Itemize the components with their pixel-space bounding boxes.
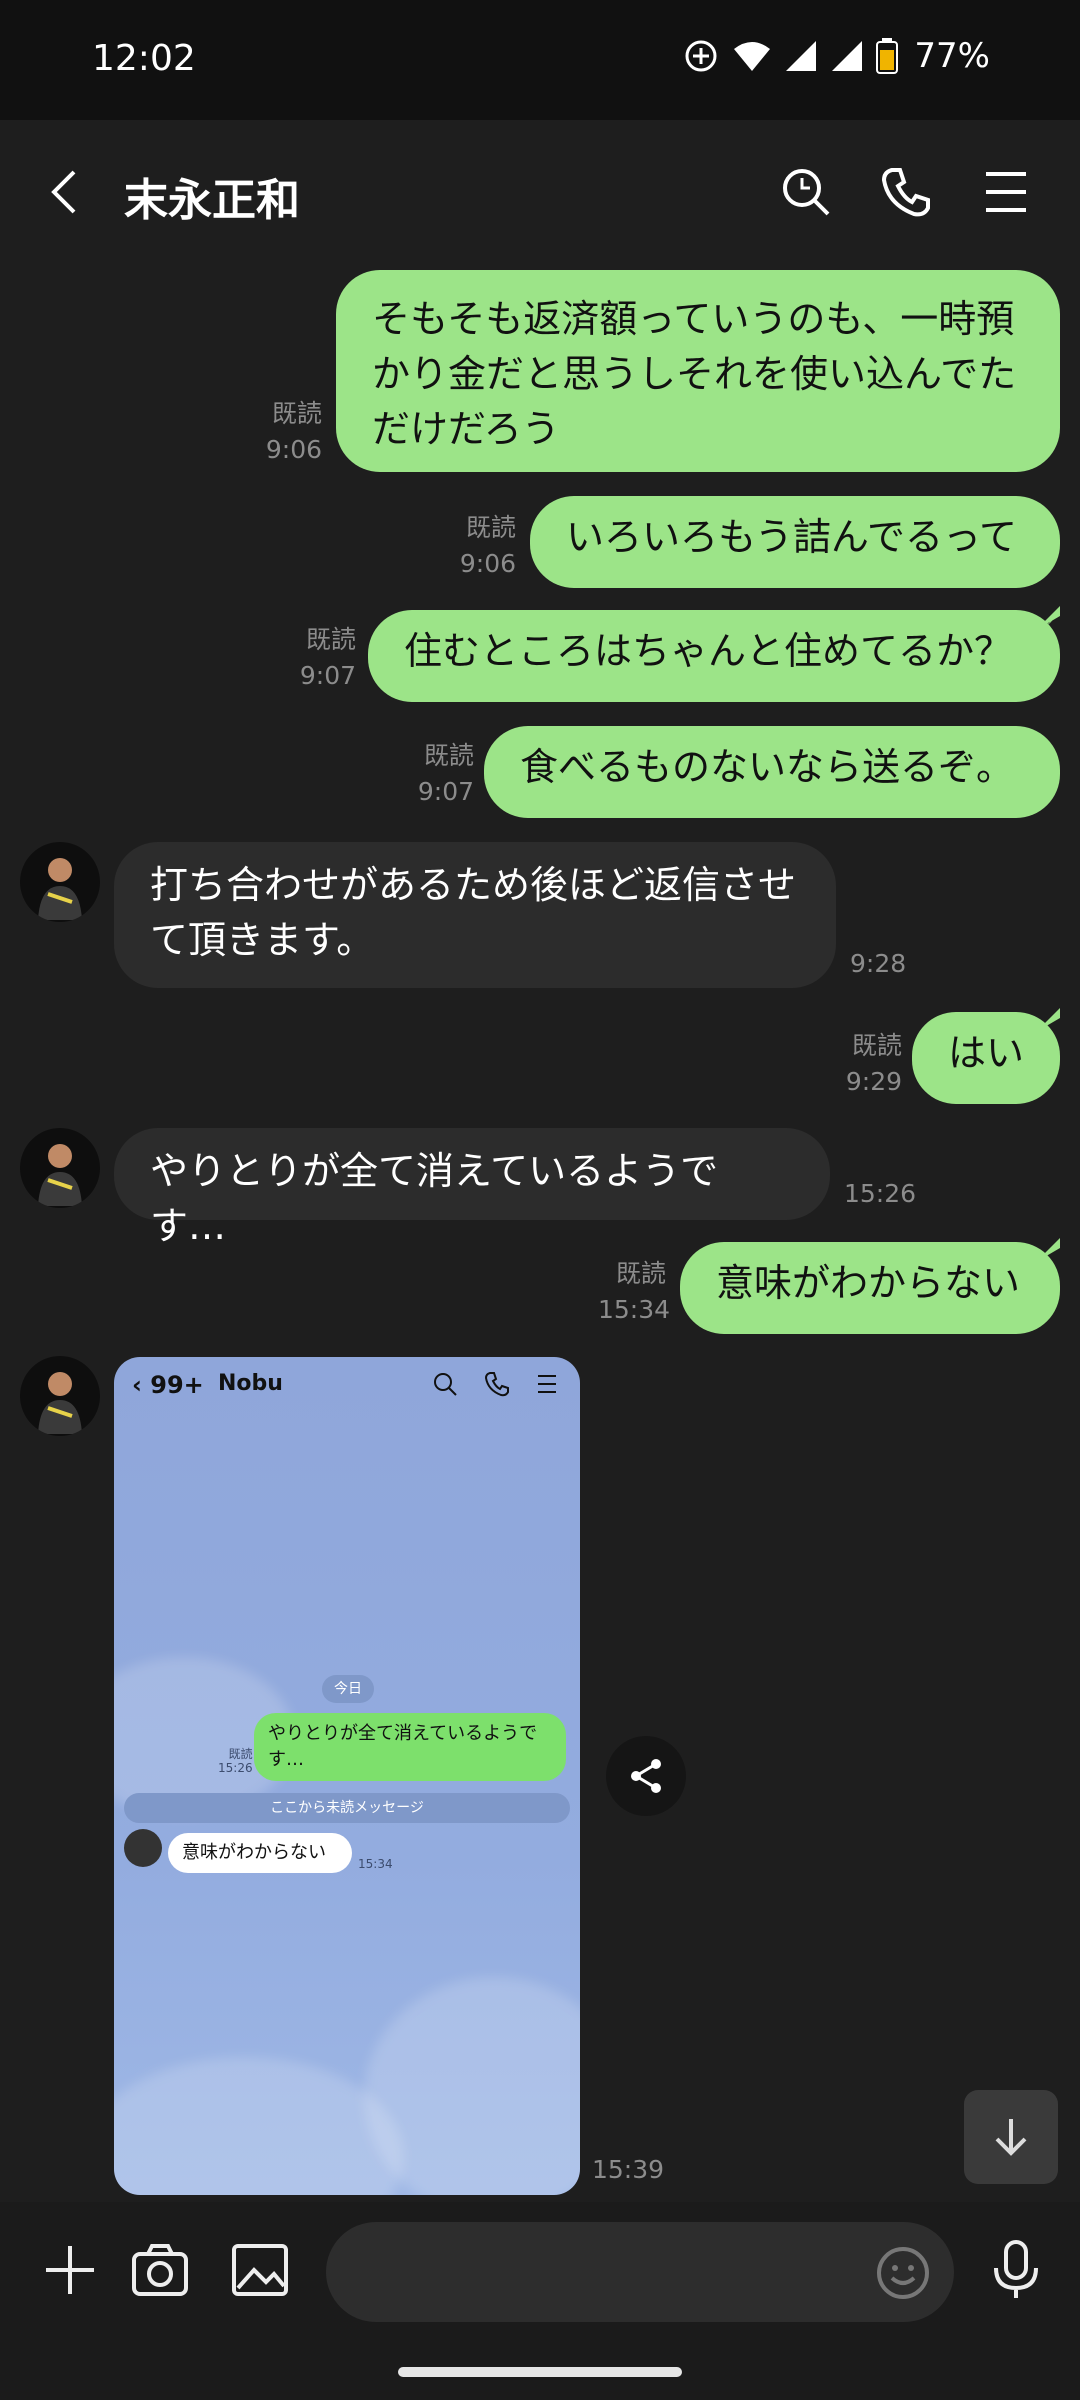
avatar[interactable] <box>20 1128 100 1208</box>
read-receipt: 既読 <box>615 1259 666 1288</box>
gallery-icon[interactable] <box>228 2238 292 2302</box>
screenshot-time: 15:34 <box>358 1857 393 1871</box>
message-text: いろいろもう詰んでるって <box>566 515 1018 559</box>
screenshot-header: ‹ 99+ Nobu <box>114 1357 580 1413</box>
message-time: 9:28 <box>850 949 907 978</box>
message-time: 15:39 <box>592 2155 665 2184</box>
search-icon <box>434 1373 457 1396</box>
read-receipt: 既読 <box>305 625 356 654</box>
screenshot-date-label: 今日 <box>322 1675 374 1703</box>
message-text: 住むところはちゃんと住めてるか？ <box>404 629 1013 673</box>
plus-icon[interactable] <box>38 2238 102 2302</box>
message-text: 打ち合わせがあるため後ほど返信させて頂きます。 <box>150 863 797 962</box>
signal-icon <box>786 41 817 71</box>
message-time: 9:06 <box>265 435 322 464</box>
message-text: そもそも返済額っていうのも、一時預かり金だと思うしそれを使い込んでただけだろう <box>372 297 1017 451</box>
home-indicator[interactable] <box>398 2367 682 2377</box>
read-receipt: 既読 <box>851 1031 902 1060</box>
read-receipt: 既読 <box>228 1747 253 1761</box>
cloud <box>114 2057 404 2195</box>
message-text: 食べるものないなら送るぞ。 <box>520 745 1015 789</box>
status-icons: 77% <box>682 36 990 76</box>
emoji-icon[interactable] <box>874 2244 932 2302</box>
menu-icon <box>538 1375 556 1393</box>
camera-icon[interactable] <box>128 2238 192 2302</box>
message-time: 15:26 <box>844 1179 917 1208</box>
avatar[interactable] <box>20 842 100 922</box>
battery-icon <box>876 38 899 74</box>
microphone-icon[interactable] <box>984 2238 1048 2302</box>
menu-icon[interactable] <box>978 164 1034 220</box>
person-icon <box>38 1372 82 1434</box>
read-receipt: 既読 <box>465 513 516 542</box>
phone-icon[interactable] <box>878 164 934 220</box>
bubble-tail <box>1036 1238 1060 1262</box>
message-meta: 既読 9:07 <box>286 622 356 694</box>
search-icon[interactable] <box>778 164 834 220</box>
message-time: 9:29 <box>845 1067 902 1096</box>
message-bubble-outgoing[interactable]: 食べるものないなら送るぞ。 <box>484 726 1060 818</box>
screenshot-name: Nobu <box>218 1371 283 1396</box>
screenshot-unread-divider: ここから未読メッセージ <box>124 1793 570 1823</box>
screenshot-back: ‹ 99+ <box>132 1371 204 1399</box>
arrow-down-icon <box>995 2119 1027 2156</box>
status-bar: 12:02 77% <box>0 0 1080 120</box>
screenshot-bubble-outgoing: やりとりが全て消えているようです… <box>254 1713 566 1781</box>
status-time: 12:02 <box>92 38 196 79</box>
message-meta: 既読 9:29 <box>840 1028 902 1100</box>
message-text: 意味がわからない <box>716 1261 1021 1305</box>
back-icon[interactable] <box>40 164 96 220</box>
message-meta: 既読 9:07 <box>408 738 474 810</box>
chat-header: 末永正和 <box>0 120 1080 260</box>
bubble-tail <box>1036 1008 1060 1032</box>
message-text: やりとりが全て消えているようです… <box>150 1149 719 1248</box>
scroll-to-bottom-button[interactable] <box>964 2090 1058 2184</box>
message-bubble-outgoing[interactable]: 住むところはちゃんと住めてるか？ <box>368 610 1060 702</box>
message-bubble-incoming[interactable]: 打ち合わせがあるため後ほど返信させて頂きます。 <box>114 842 836 988</box>
message-time: 15:34 <box>598 1295 671 1324</box>
message-bubble-outgoing[interactable]: 意味がわからない <box>680 1242 1060 1334</box>
phone-icon <box>484 1372 509 1397</box>
message-time: 9:06 <box>459 549 516 578</box>
message-bubble-outgoing[interactable]: いろいろもう詰んでるって <box>530 496 1060 588</box>
message-input[interactable] <box>356 2242 860 2304</box>
screenshot-back-count: 99+ <box>150 1371 204 1399</box>
message-bubble-outgoing[interactable]: そもそも返済額っていうのも、一時預かり金だと思うしそれを使い込んでただけだろう <box>336 270 1060 472</box>
image-message[interactable]: ‹ 99+ Nobu 今日 既読 15:26 やりとりが全て消えているようです…… <box>114 1357 580 2195</box>
person-icon <box>38 858 82 920</box>
chevron-left-icon: ‹ <box>132 1371 142 1399</box>
avatar[interactable] <box>20 1356 100 1436</box>
person-icon <box>38 1144 82 1206</box>
screenshot-meta: 既読 15:26 <box>218 1747 253 1775</box>
message-meta: 既読 15:34 <box>598 1256 671 1328</box>
message-meta: 既読 9:06 <box>250 396 322 468</box>
signal-icon-2 <box>832 41 863 71</box>
read-receipt: 既読 <box>423 741 474 770</box>
message-bubble-incoming[interactable]: やりとりが全て消えているようです… <box>114 1128 830 1248</box>
message-time: 15:26 <box>218 1761 253 1775</box>
battery-percent: 77% <box>914 36 990 76</box>
data-saver-icon <box>685 40 717 72</box>
chat-title: 末永正和 <box>124 175 300 226</box>
message-text: はい <box>948 1031 1025 1075</box>
screenshot-bubble-incoming: 意味がわからない <box>168 1833 352 1873</box>
message-meta: 既読 9:06 <box>450 510 516 582</box>
read-receipt: 既読 <box>271 399 322 428</box>
message-time: 9:07 <box>299 661 356 690</box>
screenshot-avatar <box>124 1829 162 1867</box>
wifi-icon <box>734 42 771 71</box>
bubble-tail <box>1034 606 1060 632</box>
share-button[interactable] <box>606 1736 686 1816</box>
message-time: 9:07 <box>417 777 474 806</box>
share-icon <box>631 1759 661 1793</box>
message-field-wrapper <box>326 2222 954 2322</box>
